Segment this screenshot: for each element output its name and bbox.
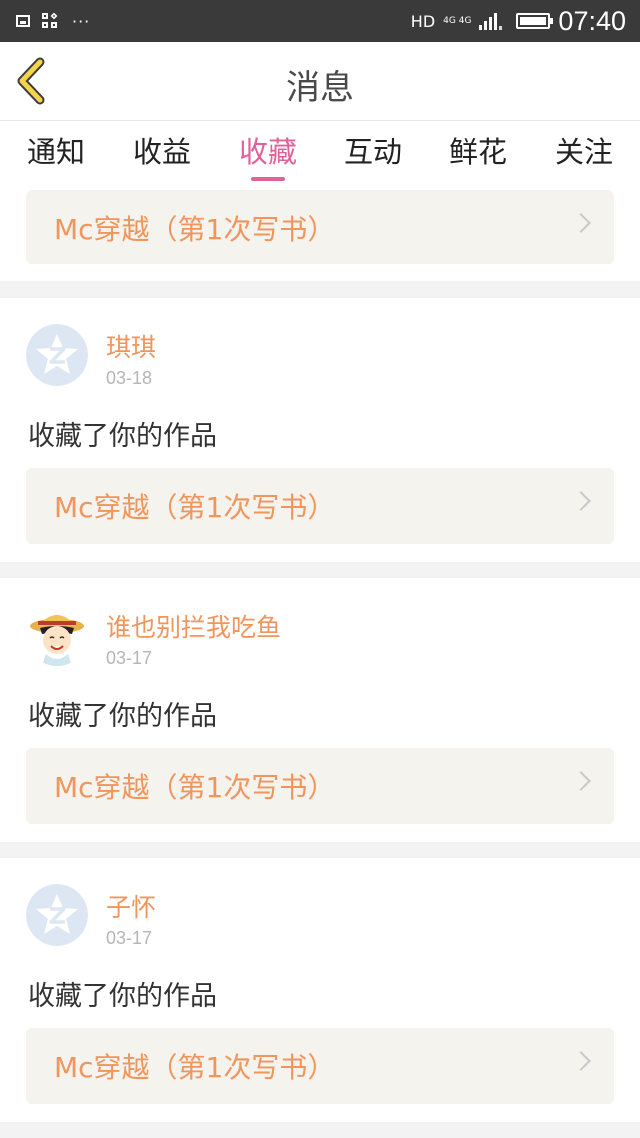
hd-indicator: HD [410, 11, 436, 31]
avatar[interactable] [26, 884, 88, 946]
book-link[interactable]: Mc穿越（第1次写书） [26, 1028, 614, 1104]
book-link[interactable]: Mc穿越（第1次写书） [26, 190, 614, 264]
qzone-default-avatar-icon [26, 324, 88, 386]
more-notifications-icon: ··· [72, 11, 91, 31]
tab-interactions[interactable]: 互动 [323, 129, 423, 171]
message-text: 收藏了你的作品 [28, 981, 217, 1012]
tab-notifications[interactable]: 通知 [6, 129, 106, 171]
book-title: Mc穿越（第1次写书） [54, 1051, 336, 1084]
message-card: 谁也别拦我吃鱼 03-17 收藏了你的作品 Mc穿越（第1次写书） [0, 578, 640, 842]
book-title: Mc穿越（第1次写书） [54, 491, 336, 524]
message-card-partial: Mc穿越（第1次写书） [0, 187, 640, 281]
status-bar-left: ··· [16, 0, 90, 42]
network-type-indicator: 4G 4G [443, 15, 472, 26]
message-date: 03-17 [106, 928, 153, 948]
app-header: 消息 [0, 42, 640, 121]
chevron-right-icon [571, 491, 591, 511]
status-bar-right: HD 4G 4G 07:40 [411, 0, 626, 42]
avatar[interactable] [26, 604, 88, 666]
message-text: 收藏了你的作品 [28, 701, 217, 732]
chevron-right-icon [571, 213, 591, 233]
tab-flowers[interactable]: 鲜花 [428, 129, 528, 171]
message-date: 03-18 [106, 368, 153, 388]
username[interactable]: 琪琪 [106, 328, 156, 364]
battery-icon [516, 13, 554, 29]
signal-icon [479, 12, 503, 30]
avatar[interactable] [26, 324, 88, 386]
status-bar: ··· HD 4G 4G 07:40 [0, 0, 640, 42]
image-notification-icon [16, 15, 30, 27]
active-tab-indicator [251, 177, 285, 181]
book-link[interactable]: Mc穿越（第1次写书） [26, 748, 614, 824]
chevron-right-icon [571, 1051, 591, 1071]
book-title: Mc穿越（第1次写书） [54, 771, 336, 804]
clock: 07:40 [558, 5, 626, 36]
tab-following[interactable]: 关注 [534, 129, 634, 171]
message-card: 子怀 03-17 收藏了你的作品 Mc穿越（第1次写书） [0, 858, 640, 1122]
tab-earnings[interactable]: 收益 [112, 129, 212, 171]
tab-favorites[interactable]: 收藏 [218, 129, 318, 171]
tab-bar: 通知 收益 收藏 互动 鲜花 关注 [0, 121, 640, 187]
message-card: 琪琪 03-18 收藏了你的作品 Mc穿越（第1次写书） [0, 298, 640, 562]
message-text: 收藏了你的作品 [28, 421, 217, 452]
anime-character-avatar-icon [26, 604, 88, 666]
app-grid-icon [42, 12, 60, 29]
book-title: Mc穿越（第1次写书） [54, 213, 336, 246]
username[interactable]: 谁也别拦我吃鱼 [106, 608, 281, 644]
message-date: 03-17 [106, 648, 153, 668]
qzone-default-avatar-icon [26, 884, 88, 946]
username[interactable]: 子怀 [106, 888, 156, 924]
book-link[interactable]: Mc穿越（第1次写书） [26, 468, 614, 544]
page-title: 消息 [286, 68, 354, 108]
chevron-right-icon [571, 771, 591, 791]
